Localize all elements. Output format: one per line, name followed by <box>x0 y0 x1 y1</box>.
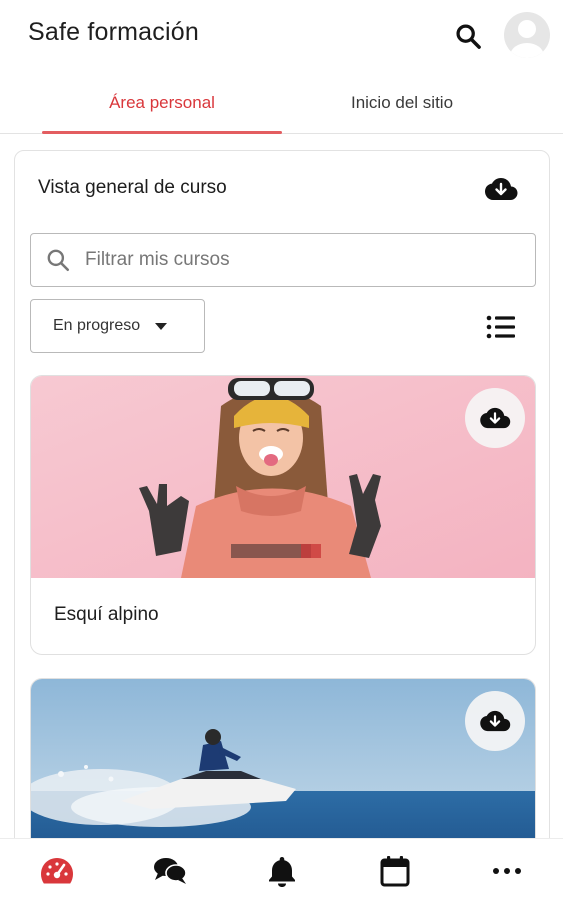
app-title: Safe formación <box>28 18 199 46</box>
cloud-download-icon <box>480 710 511 732</box>
course-image <box>31 376 535 578</box>
course-download-button[interactable] <box>465 388 525 448</box>
search-button[interactable] <box>450 18 486 54</box>
skier-photo <box>31 376 535 578</box>
tab-bar: Área personal Inicio del sitio <box>0 72 563 134</box>
app-bar: Safe formación <box>0 0 563 72</box>
caret-down-icon <box>155 323 168 330</box>
nav-notifications[interactable] <box>262 853 302 889</box>
download-courses-button[interactable] <box>483 171 519 207</box>
nav-calendar[interactable] <box>375 853 415 889</box>
course-download-button[interactable] <box>465 691 525 751</box>
search-icon <box>456 24 481 49</box>
list-icon <box>486 315 515 339</box>
user-avatar[interactable] <box>504 12 550 58</box>
cloud-download-icon <box>480 407 511 429</box>
list-view-toggle[interactable] <box>483 309 519 345</box>
dashboard-gauge-icon <box>41 858 73 884</box>
notifications-bell-icon <box>269 857 295 887</box>
nav-dashboard[interactable] <box>37 853 77 889</box>
course-card[interactable]: Esquí alpino <box>30 375 536 655</box>
calendar-icon <box>380 856 410 887</box>
course-status-selected: En progreso <box>53 317 141 334</box>
filter-courses-input[interactable] <box>85 249 535 271</box>
search-icon <box>47 249 70 272</box>
filter-courses-field[interactable] <box>30 233 536 287</box>
nav-messages[interactable] <box>150 853 190 889</box>
bottom-navigation <box>0 838 563 900</box>
messages-icon <box>154 858 187 884</box>
course-status-dropdown[interactable]: En progreso <box>30 299 205 353</box>
tab-area-personal[interactable]: Área personal <box>42 72 282 134</box>
course-overview-title: Vista general de curso <box>38 177 227 198</box>
avatar-placeholder-icon <box>510 20 544 58</box>
course-overview-block: Vista general de curso En progreso <box>14 150 550 900</box>
course-name: Esquí alpino <box>54 604 159 625</box>
more-icon <box>493 868 521 874</box>
nav-more[interactable] <box>487 853 527 889</box>
active-tab-indicator <box>42 131 282 134</box>
tab-inicio-del-sitio[interactable]: Inicio del sitio <box>282 72 522 134</box>
cloud-download-icon <box>485 178 518 200</box>
